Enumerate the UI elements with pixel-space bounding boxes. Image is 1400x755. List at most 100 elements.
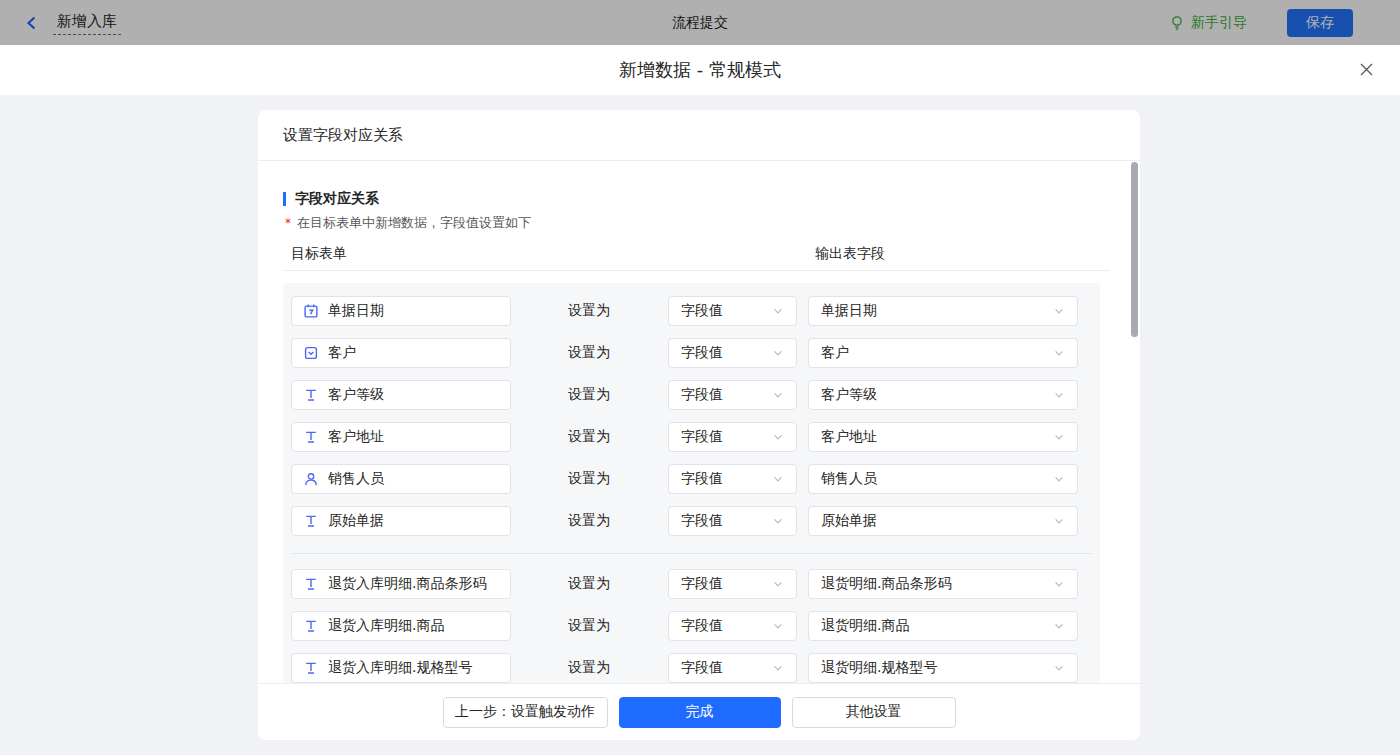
target-field: 退货入库明细.商品 xyxy=(291,611,511,641)
chevron-down-icon xyxy=(1053,389,1065,401)
field-mapping-row: 退货入库明细.商品 设置为 字段值 退货明细.商品 xyxy=(291,611,1092,641)
chevron-down-icon xyxy=(772,347,784,359)
target-field-label: 销售人员 xyxy=(328,470,384,488)
output-field-select[interactable]: 退货明细.商品条形码 xyxy=(808,569,1078,599)
text-icon xyxy=(303,387,319,403)
target-field-label: 退货入库明细.规格型号 xyxy=(328,659,472,677)
target-field: 客户地址 xyxy=(291,422,511,452)
chevron-down-icon xyxy=(772,389,784,401)
chevron-down-icon xyxy=(772,431,784,443)
set-as-label: 设置为 xyxy=(568,386,668,404)
chevron-down-icon xyxy=(772,473,784,485)
output-field-select[interactable]: 客户地址 xyxy=(808,422,1078,452)
card-header: 设置字段对应关系 xyxy=(258,110,1140,161)
col-output-fields: 输出表字段 xyxy=(815,245,885,263)
text-icon xyxy=(303,513,319,529)
chevron-down-icon xyxy=(1053,305,1065,317)
dim-overlay xyxy=(0,0,1400,45)
value-type-select[interactable]: 字段值 xyxy=(668,464,797,494)
value-type-select[interactable]: 字段值 xyxy=(668,611,797,641)
target-field-label: 客户等级 xyxy=(328,386,384,404)
section-bar xyxy=(283,192,286,206)
set-as-label: 设置为 xyxy=(568,302,668,320)
output-field-select[interactable]: 退货明细.规格型号 xyxy=(808,653,1078,683)
settings-card: 设置字段对应关系 字段对应关系 *在目标表单中新增数据，字段值设置如下 目标表单… xyxy=(258,110,1140,740)
col-target-form: 目标表单 xyxy=(291,245,347,263)
other-settings-button[interactable]: 其他设置 xyxy=(792,697,956,728)
value-type-select[interactable]: 字段值 xyxy=(668,422,797,452)
chevron-down-icon xyxy=(772,578,784,590)
card-body: 字段对应关系 *在目标表单中新增数据，字段值设置如下 目标表单 输出表字段 单据… xyxy=(258,161,1140,683)
output-field-select[interactable]: 原始单据 xyxy=(808,506,1078,536)
set-as-label: 设置为 xyxy=(568,617,668,635)
target-field: 退货入库明细.商品条形码 xyxy=(291,569,511,599)
text-icon xyxy=(303,660,319,676)
calendar-icon xyxy=(303,303,319,319)
set-as-label: 设置为 xyxy=(568,428,668,446)
output-field-select[interactable]: 销售人员 xyxy=(808,464,1078,494)
chevron-down-icon xyxy=(1053,515,1065,527)
target-field: 客户等级 xyxy=(291,380,511,410)
hint-text: *在目标表单中新增数据，字段值设置如下 xyxy=(285,214,531,232)
field-mapping-row: 客户等级 设置为 字段值 客户等级 xyxy=(291,380,1092,410)
text-icon xyxy=(303,618,319,634)
text-icon xyxy=(303,576,319,592)
top-bar: 新增入库 流程提交 新手引导 保存 xyxy=(0,0,1400,45)
chevron-down-icon xyxy=(1053,473,1065,485)
target-field: 退货入库明细.规格型号 xyxy=(291,653,511,683)
set-as-label: 设置为 xyxy=(568,512,668,530)
chevron-down-icon xyxy=(1053,431,1065,443)
modal-title: 新增数据 - 常规模式 xyxy=(619,58,781,82)
done-button[interactable]: 完成 xyxy=(619,697,781,728)
divider xyxy=(283,270,1110,271)
prev-step-button[interactable]: 上一步：设置触发动作 xyxy=(443,697,608,728)
output-field-select[interactable]: 客户 xyxy=(808,338,1078,368)
chevron-down-icon xyxy=(1053,662,1065,674)
field-mapping-row: 客户地址 设置为 字段值 客户地址 xyxy=(291,422,1092,452)
target-field-label: 原始单据 xyxy=(328,512,384,530)
target-field-label: 单据日期 xyxy=(328,302,384,320)
card-footer: 上一步：设置触发动作 完成 其他设置 xyxy=(258,683,1140,740)
modal-body: 设置字段对应关系 字段对应关系 *在目标表单中新增数据，字段值设置如下 目标表单… xyxy=(0,95,1400,755)
close-icon[interactable] xyxy=(1359,62,1375,78)
field-mapping-row: 单据日期 设置为 字段值 单据日期 xyxy=(291,296,1092,326)
set-as-label: 设置为 xyxy=(568,659,668,677)
output-field-select[interactable]: 退货明细.商品 xyxy=(808,611,1078,641)
chevron-down-icon xyxy=(772,305,784,317)
target-field-label: 退货入库明细.商品 xyxy=(328,617,444,635)
output-field-select[interactable]: 单据日期 xyxy=(808,296,1078,326)
set-as-label: 设置为 xyxy=(568,344,668,362)
chevron-down-icon xyxy=(1053,620,1065,632)
field-mapping-row: 退货入库明细.规格型号 设置为 字段值 退货明细.规格型号 xyxy=(291,653,1092,683)
chevron-down-icon xyxy=(1053,347,1065,359)
target-field-label: 退货入库明细.商品条形码 xyxy=(328,575,486,593)
field-mapping-row: 原始单据 设置为 字段值 原始单据 xyxy=(291,506,1092,536)
group-separator xyxy=(291,553,1092,554)
field-mapping-row: 退货入库明细.商品条形码 设置为 字段值 退货明细.商品条形码 xyxy=(291,569,1092,599)
chevron-down-icon xyxy=(1053,578,1065,590)
target-field: 单据日期 xyxy=(291,296,511,326)
target-field-label: 客户地址 xyxy=(328,428,384,446)
field-mapping-row: 销售人员 设置为 字段值 销售人员 xyxy=(291,464,1092,494)
section-title: 字段对应关系 xyxy=(283,190,379,208)
value-type-select[interactable]: 字段值 xyxy=(668,506,797,536)
chevron-down-icon xyxy=(772,620,784,632)
value-type-select[interactable]: 字段值 xyxy=(668,569,797,599)
target-field-label: 客户 xyxy=(328,344,356,362)
target-field: 客户 xyxy=(291,338,511,368)
user-icon xyxy=(303,471,319,487)
field-mapping-row: 客户 设置为 字段值 客户 xyxy=(291,338,1092,368)
set-as-label: 设置为 xyxy=(568,470,668,488)
output-field-select[interactable]: 客户等级 xyxy=(808,380,1078,410)
section-title-label: 字段对应关系 xyxy=(295,190,379,208)
select-icon xyxy=(303,345,319,361)
value-type-select[interactable]: 字段值 xyxy=(668,338,797,368)
value-type-select[interactable]: 字段值 xyxy=(668,380,797,410)
required-mark: * xyxy=(285,216,291,230)
value-type-select[interactable]: 字段值 xyxy=(668,653,797,683)
scrollbar-thumb[interactable] xyxy=(1131,162,1138,337)
target-field: 销售人员 xyxy=(291,464,511,494)
set-as-label: 设置为 xyxy=(568,575,668,593)
value-type-select[interactable]: 字段值 xyxy=(668,296,797,326)
text-icon xyxy=(303,429,319,445)
